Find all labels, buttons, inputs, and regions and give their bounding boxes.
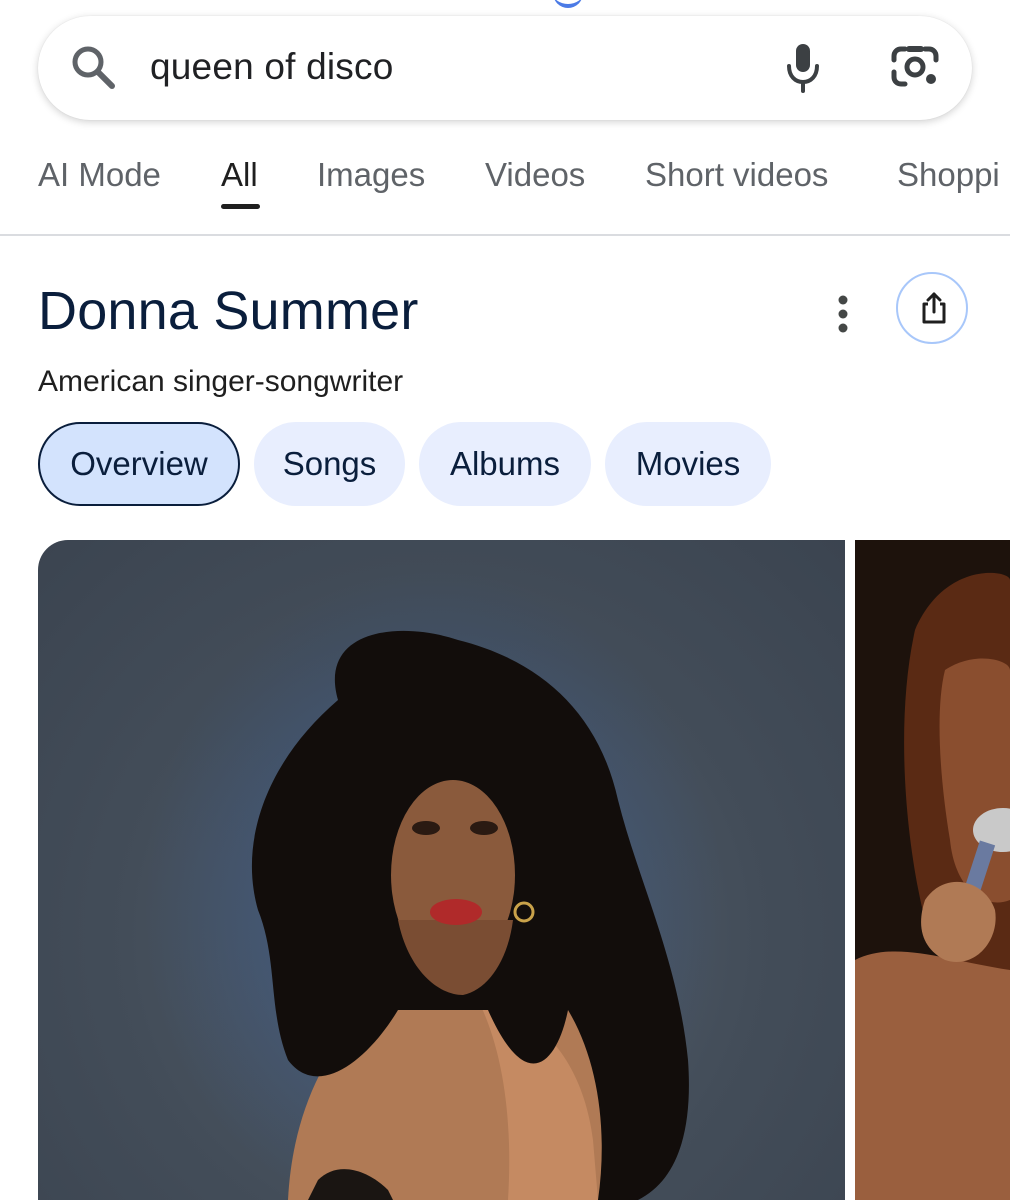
entity-title: Donna Summer bbox=[38, 281, 419, 341]
tab-shopping[interactable]: Shoppi bbox=[897, 155, 1000, 195]
performance-photo[interactable] bbox=[855, 540, 1010, 1200]
portrait-photo[interactable] bbox=[38, 540, 845, 1200]
top-loading-arc bbox=[553, 0, 583, 8]
share-button[interactable] bbox=[896, 272, 968, 344]
more-options-icon[interactable] bbox=[826, 292, 860, 336]
search-icon[interactable] bbox=[70, 44, 116, 90]
search-input[interactable]: queen of disco bbox=[150, 44, 393, 90]
tab-short-videos[interactable]: Short videos bbox=[645, 155, 828, 195]
active-tab-indicator bbox=[221, 204, 260, 209]
tab-ai-mode[interactable]: AI Mode bbox=[38, 155, 161, 195]
chip-overview[interactable]: Overview bbox=[38, 422, 240, 506]
tab-images[interactable]: Images bbox=[317, 155, 425, 195]
tab-videos[interactable]: Videos bbox=[485, 155, 585, 195]
tab-all[interactable]: All bbox=[221, 155, 258, 195]
microphone-icon[interactable] bbox=[783, 42, 823, 94]
share-icon bbox=[922, 292, 946, 324]
google-lens-icon[interactable] bbox=[890, 44, 940, 90]
search-bar[interactable]: queen of disco bbox=[38, 16, 972, 120]
chip-songs[interactable]: Songs bbox=[254, 422, 405, 506]
performance-illustration bbox=[855, 540, 1010, 1200]
search-tabs: AI Mode All Images Videos Short videos S… bbox=[0, 140, 1010, 236]
portrait-illustration bbox=[143, 570, 723, 1200]
entity-subtitle: American singer-songwriter bbox=[38, 365, 404, 398]
chip-movies[interactable]: Movies bbox=[605, 422, 771, 506]
chip-albums[interactable]: Albums bbox=[419, 422, 591, 506]
